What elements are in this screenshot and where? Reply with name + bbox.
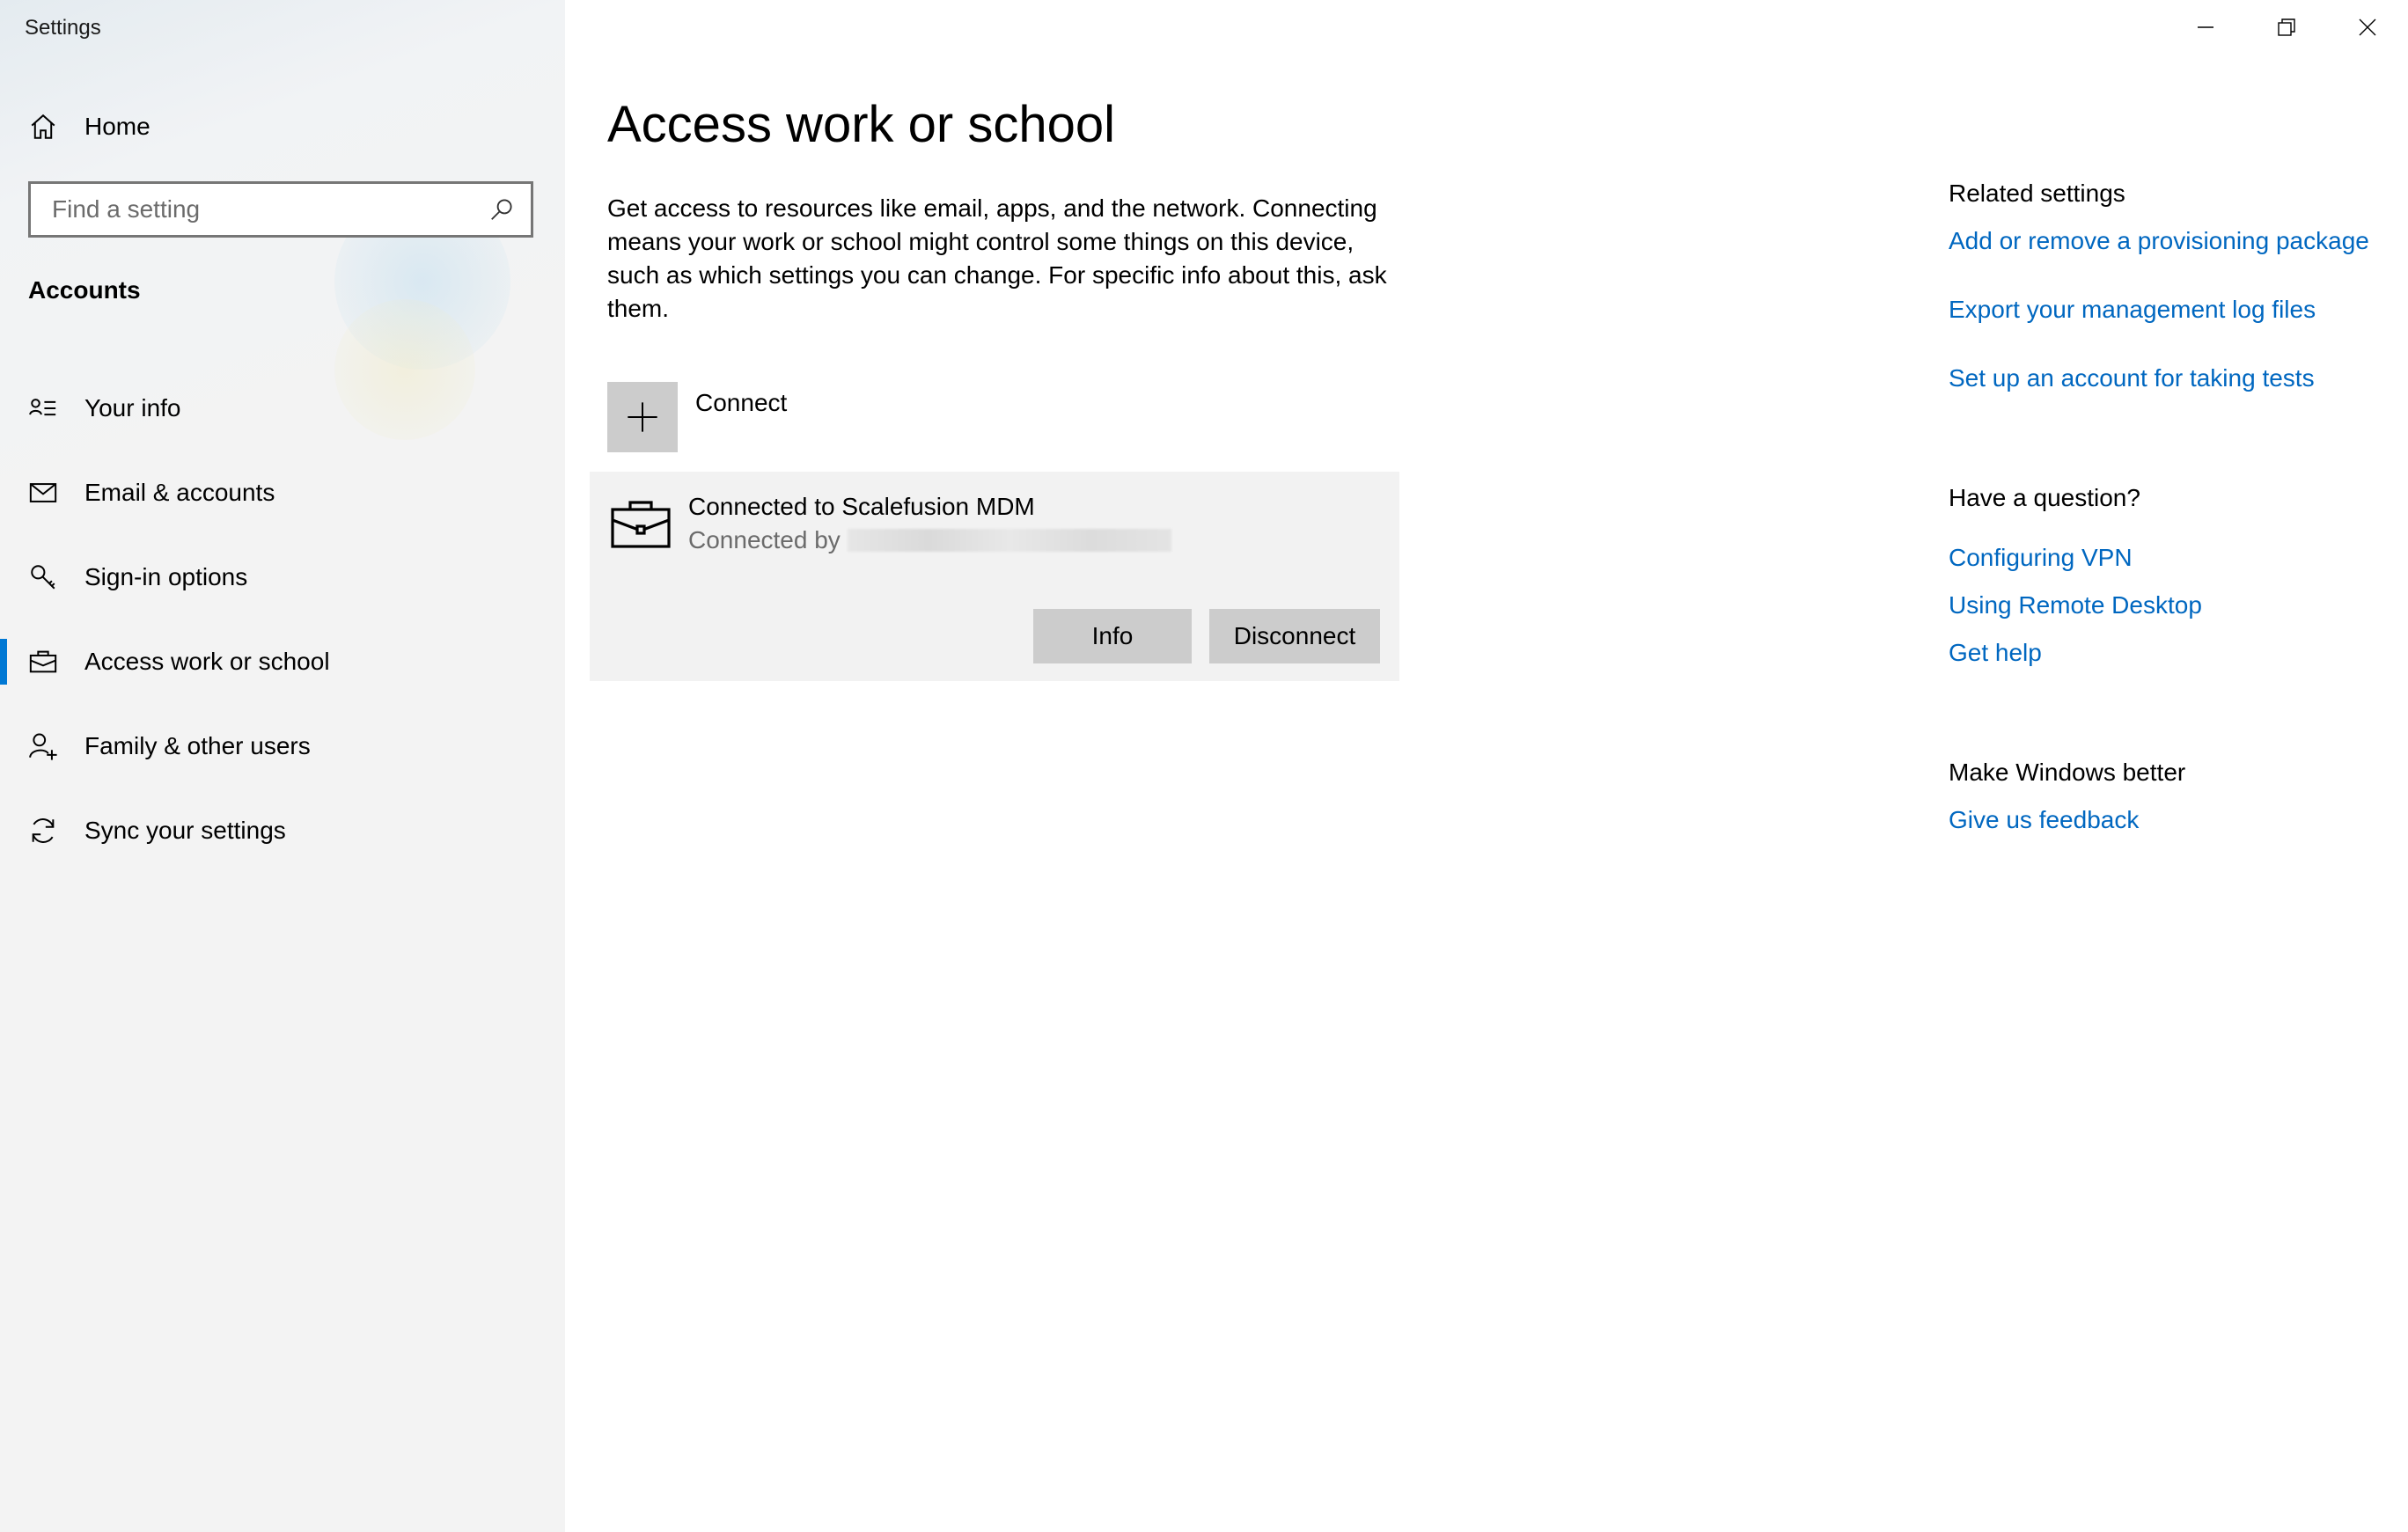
- sidebar-nav: Your info Email & accounts Sign-in optio…: [0, 366, 565, 873]
- app-title: Settings: [25, 16, 101, 40]
- briefcase-icon: [611, 501, 671, 548]
- link-give-feedback[interactable]: Give us feedback: [1949, 806, 2139, 834]
- sidebar-item-label: Your info: [84, 394, 181, 421]
- page-description: Get access to resources like email, apps…: [607, 194, 1387, 322]
- sidebar-item-email-accounts[interactable]: Email & accounts: [0, 451, 565, 535]
- close-icon: [2359, 18, 2376, 36]
- sidebar-item-label: Sign-in options: [84, 563, 248, 590]
- link-export-log-files[interactable]: Export your management log files: [1949, 296, 2316, 324]
- search-input[interactable]: [50, 194, 488, 224]
- sidebar-item-label: Sync your settings: [84, 817, 286, 844]
- link-get-help[interactable]: Get help: [1949, 639, 2042, 667]
- briefcase-icon: [29, 650, 57, 673]
- person-add-icon: [29, 733, 57, 760]
- key-icon: [31, 565, 55, 590]
- person-card-icon: [29, 399, 56, 416]
- sidebar-item-family-other-users[interactable]: Family & other users: [0, 704, 565, 788]
- link-taking-tests-account[interactable]: Set up an account for taking tests: [1949, 364, 2315, 392]
- connect-label[interactable]: Connect: [695, 389, 787, 417]
- connected-by-label: Connected by: [688, 526, 841, 553]
- question-heading: Have a question?: [1949, 484, 2140, 511]
- sidebar-item-your-info[interactable]: Your info: [0, 366, 565, 451]
- sidebar-item-access-work-or-school[interactable]: Access work or school: [0, 619, 565, 704]
- minimize-icon: [2198, 26, 2213, 28]
- window-controls: [2165, 0, 2408, 55]
- sidebar-item-sign-in-options[interactable]: Sign-in options: [0, 535, 565, 619]
- minimize-button[interactable]: [2165, 0, 2246, 55]
- connect-row[interactable]: Connect: [607, 382, 787, 452]
- search-icon[interactable]: [488, 196, 515, 223]
- sidebar-item-sync-settings[interactable]: Sync your settings: [0, 788, 565, 873]
- connect-button[interactable]: [607, 382, 678, 452]
- sync-icon: [32, 818, 55, 843]
- page-title: Access work or school: [607, 96, 1115, 153]
- account-card[interactable]: Connected to Scalefusion MDM Connected b…: [590, 472, 1399, 681]
- info-button[interactable]: Info: [1033, 609, 1192, 663]
- link-remote-desktop[interactable]: Using Remote Desktop: [1949, 591, 2202, 619]
- restore-icon: [2278, 18, 2295, 36]
- account-name: Connected to Scalefusion MDM: [688, 493, 1035, 520]
- disconnect-button[interactable]: Disconnect: [1209, 609, 1380, 663]
- related-settings-heading: Related settings: [1949, 180, 2125, 207]
- mail-icon: [29, 483, 57, 502]
- plus-icon: [628, 402, 657, 432]
- sidebar-item-label: Family & other users: [84, 732, 311, 759]
- sidebar-item-label: Access work or school: [84, 648, 330, 675]
- search-box[interactable]: [28, 181, 533, 238]
- make-windows-better-heading: Make Windows better: [1949, 759, 2186, 786]
- sidebar-item-label: Email & accounts: [84, 479, 275, 506]
- home-link[interactable]: Home: [28, 107, 150, 146]
- redacted-email: [847, 529, 1171, 552]
- restore-button[interactable]: [2246, 0, 2327, 55]
- home-label: Home: [84, 113, 150, 140]
- home-icon: [31, 114, 55, 139]
- link-provisioning-package[interactable]: Add or remove a provisioning package: [1949, 227, 2369, 255]
- settings-window: Settings Home Accounts Y: [0, 0, 2408, 1532]
- link-configuring-vpn[interactable]: Configuring VPN: [1949, 544, 2133, 572]
- section-title: Accounts: [28, 276, 141, 304]
- sidebar: Settings Home Accounts Y: [0, 0, 565, 1532]
- close-button[interactable]: [2327, 0, 2408, 55]
- account-connected-by: Connected by: [688, 526, 1171, 554]
